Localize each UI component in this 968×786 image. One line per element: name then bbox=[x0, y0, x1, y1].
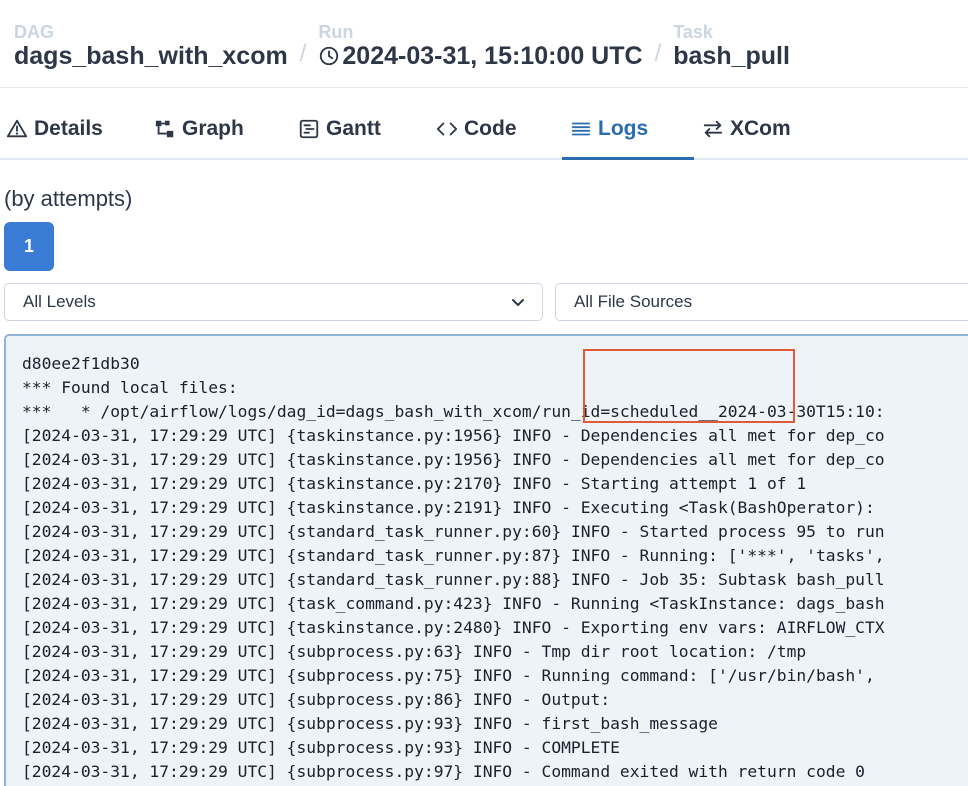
log-line: [2024-03-31, 17:29:29 UTC] {standard_tas… bbox=[22, 546, 885, 565]
log-line: [2024-03-31, 17:29:29 UTC] {standard_tas… bbox=[22, 522, 885, 541]
file-source-select[interactable]: All File Sources bbox=[555, 283, 968, 321]
file-source-select-value: All File Sources bbox=[574, 292, 693, 311]
breadcrumb-dag-label: DAG bbox=[14, 22, 54, 42]
breadcrumb: DAG dags_bash_with_xcom / Run 2024-03-31… bbox=[14, 22, 790, 70]
tab-details-label: Details bbox=[34, 117, 103, 140]
tab-bar: Details Graph Gantt Code Logs XCom bbox=[0, 100, 968, 160]
log-line: [2024-03-31, 17:29:29 UTC] {subprocess.p… bbox=[22, 642, 807, 661]
breadcrumb-dag[interactable]: DAG dags_bash_with_xcom bbox=[14, 22, 288, 70]
breadcrumb-dag-value[interactable]: dags_bash_with_xcom bbox=[14, 42, 288, 70]
log-level-select[interactable]: All Levels bbox=[4, 283, 543, 321]
task-log-page: DAG dags_bash_with_xcom / Run 2024-03-31… bbox=[0, 0, 968, 786]
tab-code-label: Code bbox=[464, 117, 517, 140]
log-line: [2024-03-31, 17:29:29 UTC] {subprocess.p… bbox=[22, 738, 620, 757]
breadcrumb-run-label: Run bbox=[318, 22, 354, 42]
tab-code[interactable]: Code bbox=[428, 100, 562, 158]
tab-xcom-label: XCom bbox=[730, 117, 791, 140]
log-line: [2024-03-31, 17:29:29 UTC] {subprocess.p… bbox=[22, 714, 718, 733]
list-icon bbox=[571, 122, 591, 136]
tab-gantt-label: Gantt bbox=[326, 117, 381, 140]
log-line: [2024-03-31, 17:29:29 UTC] {taskinstance… bbox=[22, 426, 885, 445]
breadcrumb-run-value: 2024-03-31, 15:10:00 UTC bbox=[342, 42, 643, 70]
clock-icon bbox=[320, 46, 339, 66]
chevron-down-icon bbox=[512, 299, 524, 306]
log-line: [2024-03-31, 17:29:29 UTC] {subprocess.p… bbox=[22, 666, 875, 685]
breadcrumb-task-value[interactable]: bash_pull bbox=[673, 42, 790, 70]
log-level-select-value: All Levels bbox=[23, 292, 96, 311]
attempts-label: (by attempts) bbox=[4, 186, 133, 211]
log-line: [2024-03-31, 17:29:29 UTC] {standard_tas… bbox=[22, 570, 885, 589]
output-highlight-box bbox=[583, 349, 795, 423]
tab-graph[interactable]: Graph bbox=[146, 100, 290, 158]
breadcrumb-run-value-wrap[interactable]: 2024-03-31, 15:10:00 UTC bbox=[318, 42, 643, 70]
tab-xcom[interactable]: XCom bbox=[694, 100, 824, 158]
graph-icon bbox=[155, 120, 174, 138]
swap-icon bbox=[703, 120, 723, 138]
tab-details[interactable]: Details bbox=[0, 100, 146, 158]
log-line: [2024-03-31, 17:29:29 UTC] {subprocess.p… bbox=[22, 762, 865, 781]
attempt-1-button[interactable]: 1 bbox=[4, 222, 54, 271]
breadcrumb-separator: / bbox=[299, 40, 307, 67]
log-line: [2024-03-31, 17:29:29 UTC] {task_command… bbox=[22, 594, 885, 613]
breadcrumb-task[interactable]: Task bash_pull bbox=[673, 22, 790, 70]
breadcrumb-run[interactable]: Run 2024-03-31, 15:10:00 UTC bbox=[318, 22, 642, 70]
header-divider bbox=[0, 87, 968, 88]
tab-logs[interactable]: Logs bbox=[562, 100, 694, 160]
breadcrumb-separator: / bbox=[654, 40, 662, 67]
log-line: [2024-03-31, 17:29:29 UTC] {taskinstance… bbox=[22, 474, 807, 493]
gantt-icon bbox=[299, 119, 319, 139]
log-line: [2024-03-31, 17:29:29 UTC] {taskinstance… bbox=[22, 498, 875, 517]
code-icon bbox=[436, 122, 458, 136]
log-line: [2024-03-31, 17:29:29 UTC] {taskinstance… bbox=[22, 618, 885, 637]
log-line: [2024-03-31, 17:29:29 UTC] {taskinstance… bbox=[22, 450, 885, 469]
tab-gantt[interactable]: Gantt bbox=[290, 100, 428, 158]
warning-icon bbox=[6, 119, 28, 138]
tab-logs-label: Logs bbox=[598, 117, 649, 140]
breadcrumb-task-label: Task bbox=[673, 22, 713, 42]
log-line: [2024-03-31, 17:29:29 UTC] {subprocess.p… bbox=[22, 690, 611, 709]
tab-graph-label: Graph bbox=[182, 117, 244, 140]
log-output-panel[interactable]: d80ee2f1db30 *** Found local files: *** * … bbox=[4, 334, 968, 786]
